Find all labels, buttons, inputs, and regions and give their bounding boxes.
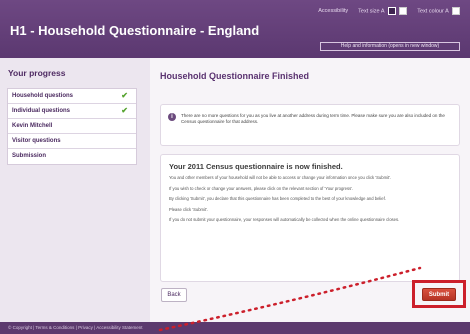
text-colour-label: Text colour: [417, 8, 444, 15]
accessibility-link[interactable]: Accessibility: [318, 8, 348, 14]
text-size-label: Text size: [358, 8, 380, 15]
check-icon: ✔: [121, 91, 128, 100]
help-link[interactable]: Help and information (opens in new windo…: [320, 42, 460, 51]
text-colour-control: Text colour A: [417, 7, 460, 15]
finished-paragraph: You and other members of your household …: [169, 175, 392, 180]
footer: © Copyright | Terms & Conditions | Priva…: [0, 322, 470, 334]
progress-list: Household questions ✔ Individual questio…: [7, 88, 137, 165]
submit-button[interactable]: Submit: [422, 288, 456, 301]
finished-panel: Your 2011 Census questionnaire is now fi…: [160, 154, 460, 282]
progress-item-visitor[interactable]: Visitor questions: [8, 134, 136, 149]
check-icon: ✔: [121, 106, 128, 115]
progress-item-person[interactable]: Kevin Mitchell: [8, 119, 136, 134]
info-message: i There are no more questions for you as…: [160, 104, 460, 146]
main-content: Household Questionnaire Finished i There…: [150, 58, 470, 322]
progress-item-label: Submission: [12, 153, 47, 159]
progress-item-label: Kevin Mitchell: [12, 123, 53, 129]
progress-item-submission[interactable]: Submission: [8, 149, 136, 164]
census-page: H1 - Household Questionnaire - England A…: [0, 0, 470, 334]
text-size-large-button[interactable]: [399, 7, 408, 15]
progress-item-individual[interactable]: Individual questions ✔: [8, 104, 136, 119]
progress-item-label: Individual questions: [12, 108, 71, 114]
submit-highlight-box: Submit: [412, 280, 466, 308]
finished-heading: Your 2011 Census questionnaire is now fi…: [169, 162, 343, 171]
finished-paragraph: If you do not submit your questionnaire,…: [169, 217, 400, 222]
text-colour-option[interactable]: A: [445, 8, 448, 14]
header: H1 - Household Questionnaire - England A…: [0, 0, 470, 58]
info-text: There are no more questions for you as y…: [181, 113, 445, 124]
back-button[interactable]: Back: [161, 288, 187, 302]
finished-paragraph: Please click 'Submit'.: [169, 206, 209, 212]
text-colour-swatch[interactable]: [452, 7, 460, 15]
finished-paragraph: If you wish to check or change your answ…: [169, 185, 354, 191]
finished-paragraph: By clicking 'Submit', you declare that t…: [169, 196, 386, 201]
page-title: H1 - Household Questionnaire - England: [10, 23, 260, 38]
progress-item-household[interactable]: Household questions ✔: [8, 89, 136, 104]
section-heading: Household Questionnaire Finished: [160, 71, 310, 81]
progress-item-label: Visitor questions: [12, 138, 61, 144]
text-size-small-button[interactable]: A: [381, 8, 384, 14]
progress-sidebar: Your progress Household questions ✔ Indi…: [0, 58, 150, 322]
header-controls: Accessibility Text size A Text colour A: [318, 7, 460, 15]
progress-item-label: Household questions: [12, 93, 74, 99]
text-size-control: Text size A: [358, 7, 408, 15]
progress-title: Your progress: [8, 68, 66, 78]
text-size-medium-button[interactable]: [387, 7, 396, 15]
info-icon: i: [168, 113, 176, 121]
